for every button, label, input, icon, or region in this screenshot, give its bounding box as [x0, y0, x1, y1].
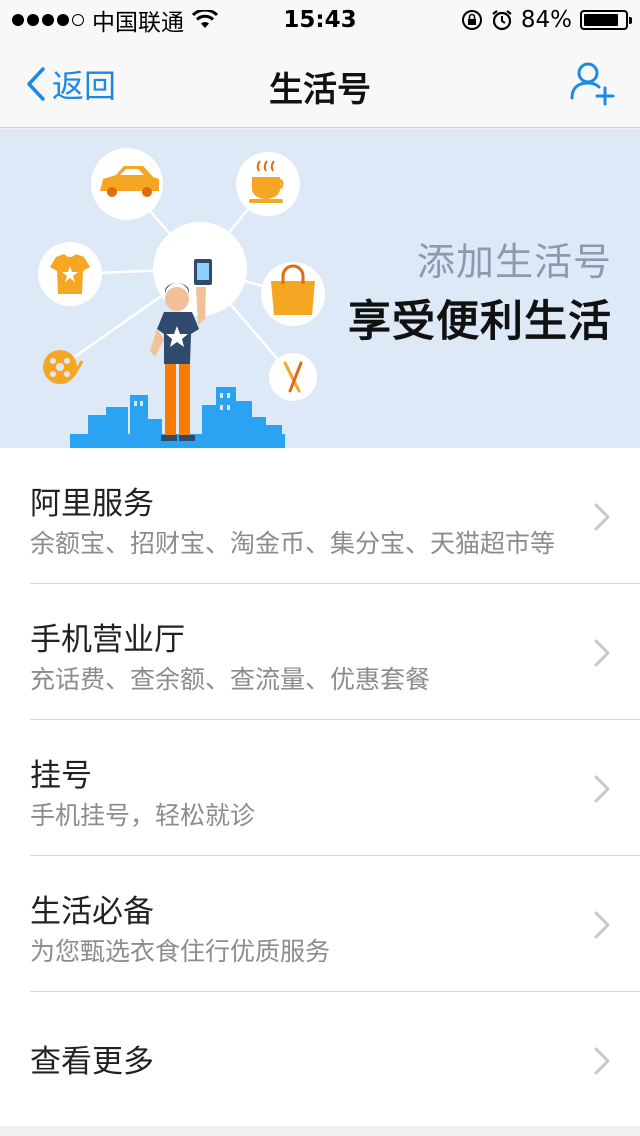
carrier-name: 中国联通 [92, 10, 184, 36]
list-item-title: 查看更多 [30, 1044, 154, 1080]
list-item-mobile-hall[interactable]: 手机营业厅 充话费、查余额、查流量、优惠套餐 [0, 584, 640, 720]
rotation-lock-icon [461, 10, 482, 30]
list-item-ali-services[interactable]: 阿里服务 余额宝、招财宝、淘金币、集分宝、天猫超市等 [0, 448, 640, 584]
status-bar-right: 84% [461, 7, 632, 33]
service-list: 阿里服务 余额宝、招财宝、淘金币、集分宝、天猫超市等 手机营业厅 充话费、查余额… [0, 448, 640, 1126]
city-skyline [70, 387, 285, 448]
chevron-right-icon [594, 503, 610, 531]
wifi-icon [192, 10, 218, 28]
chevron-left-icon [27, 67, 45, 101]
coffee-icon [236, 152, 300, 216]
car-icon [91, 148, 163, 220]
status-bar-left: 中国联通 [12, 3, 218, 37]
chevron-right-icon [594, 911, 610, 939]
banner-illustration [38, 148, 325, 448]
signal-strength-icon [12, 14, 84, 26]
banner-subtitle: 添加生活号 [416, 240, 612, 284]
back-button[interactable]: 返回 [26, 62, 116, 106]
list-item-view-more[interactable]: 查看更多 [0, 992, 640, 1126]
utensils-icon [269, 353, 317, 401]
banner-headline: 享受便利生活 [348, 297, 612, 347]
chevron-right-icon [594, 775, 610, 803]
battery-icon [580, 10, 632, 30]
list-item-title: 挂号 [30, 758, 92, 794]
list-item-description: 余额宝、招财宝、淘金币、集分宝、天猫超市等 [30, 529, 556, 558]
promo-banner[interactable]: 添加生活号 享受便利生活 [0, 129, 640, 448]
list-item-title: 手机营业厅 [30, 622, 185, 658]
status-bar: 中国联通 15:43 84% [0, 0, 640, 40]
list-item-description: 手机挂号，轻松就诊 [30, 801, 256, 830]
add-user-icon [570, 62, 615, 106]
alarm-icon [492, 10, 512, 31]
back-label: 返回 [52, 67, 117, 105]
list-item-life-essentials[interactable]: 生活必备 为您甄选衣食住行优质服务 [0, 856, 640, 992]
list-item-title: 阿里服务 [30, 486, 154, 522]
navigation-bar: 返回 生活号 [0, 40, 640, 128]
chevron-right-icon [594, 1047, 610, 1075]
add-user-button[interactable] [568, 60, 616, 108]
list-item-registration[interactable]: 挂号 手机挂号，轻松就诊 [0, 720, 640, 856]
battery-percentage: 84% [520, 7, 572, 33]
battery-fill [584, 14, 618, 26]
shopping-bag-icon [261, 262, 325, 326]
tshirt-icon [38, 242, 102, 306]
list-item-description: 充话费、查余额、查流量、优惠套餐 [30, 665, 431, 694]
list-item-title: 生活必备 [30, 894, 154, 930]
list-item-description: 为您甄选衣食住行优质服务 [30, 937, 331, 966]
chevron-right-icon [594, 639, 610, 667]
